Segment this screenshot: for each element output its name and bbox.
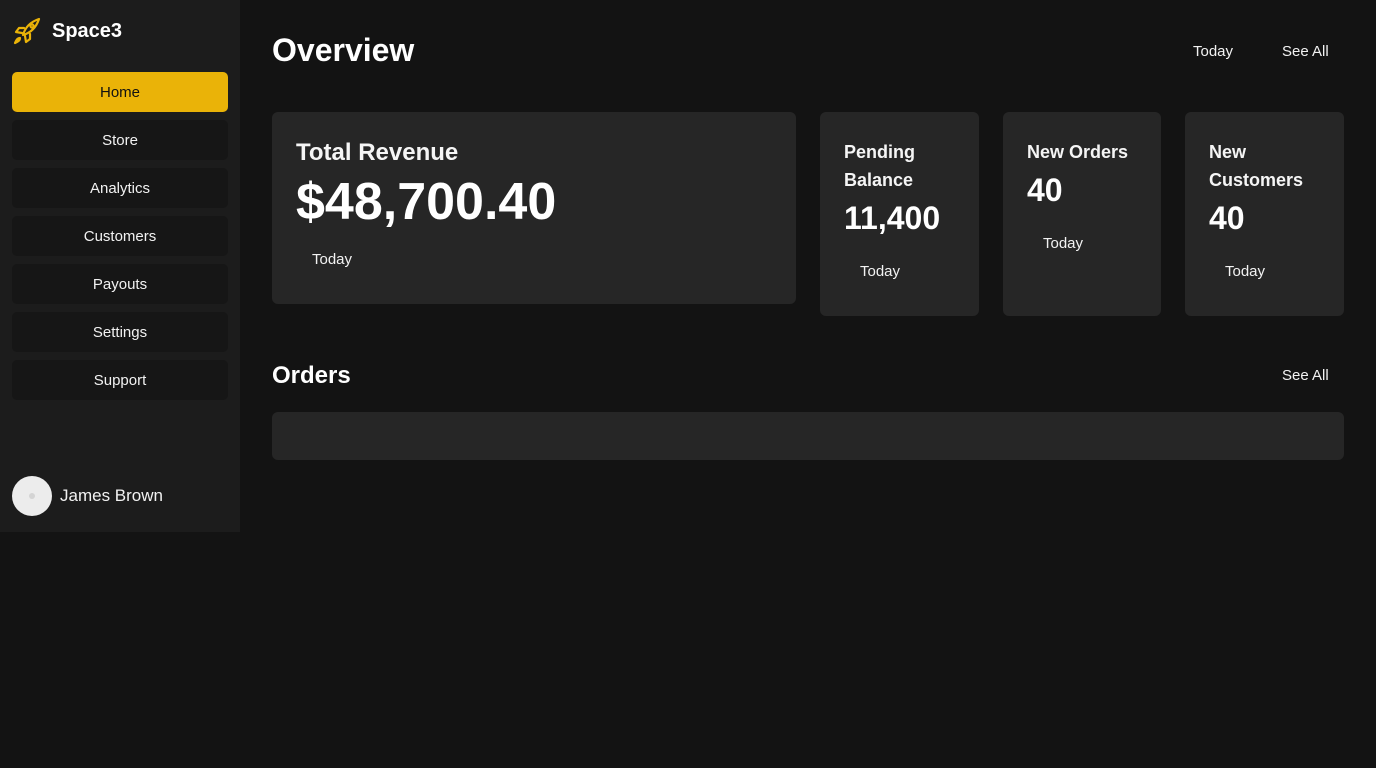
sidebar-item-home[interactable]: Home xyxy=(12,72,228,112)
card-value: 40 xyxy=(1209,200,1245,236)
card-title: New Orders xyxy=(1027,142,1129,162)
card-value: $48,700.40 xyxy=(296,173,557,231)
page-title: Overview xyxy=(272,32,415,68)
sidebar-item-settings[interactable]: Settings xyxy=(12,312,228,352)
new-customers-card: New Customers 40 Today xyxy=(1185,112,1344,316)
pending-balance-card: Pending Balance 11,400 Today xyxy=(820,112,979,316)
sidebar-nav: Home Store Analytics Customers Payouts S… xyxy=(12,72,228,400)
card-period[interactable]: Today xyxy=(1225,263,1265,280)
user-name: James Brown xyxy=(60,486,163,505)
avatar xyxy=(12,476,52,516)
period-filter-today[interactable]: Today xyxy=(1193,43,1233,60)
card-title: Pending Balance xyxy=(844,142,915,190)
overview-see-all-link[interactable]: See All xyxy=(1282,43,1329,60)
brand[interactable]: Space3 xyxy=(12,16,122,46)
card-period[interactable]: Today xyxy=(860,263,900,280)
brand-name: Space3 xyxy=(52,19,123,42)
card-title: New Customers xyxy=(1209,142,1304,190)
sidebar-item-support[interactable]: Support xyxy=(12,360,228,400)
sidebar: Space3 Home Store Analytics Customers Pa… xyxy=(0,0,240,532)
sidebar-item-analytics[interactable]: Analytics xyxy=(12,168,228,208)
sidebar-item-store[interactable]: Store xyxy=(12,120,228,160)
card-title: Total Revenue xyxy=(296,139,459,166)
rocket-icon xyxy=(12,16,42,46)
orders-table xyxy=(272,412,1344,460)
sidebar-item-payouts[interactable]: Payouts xyxy=(12,264,228,304)
sidebar-item-customers[interactable]: Customers xyxy=(12,216,228,256)
orders-title: Orders xyxy=(272,362,351,389)
card-value: 40 xyxy=(1027,172,1063,208)
card-value: 11,400 xyxy=(844,200,941,236)
card-period[interactable]: Today xyxy=(312,251,352,268)
new-orders-card: New Orders 40 Today xyxy=(1003,112,1161,316)
card-period[interactable]: Today xyxy=(1043,235,1083,252)
total-revenue-card: Total Revenue $48,700.40 Today xyxy=(272,112,796,304)
user-profile[interactable]: James Brown xyxy=(12,476,163,516)
orders-see-all-link[interactable]: See All xyxy=(1282,367,1329,384)
